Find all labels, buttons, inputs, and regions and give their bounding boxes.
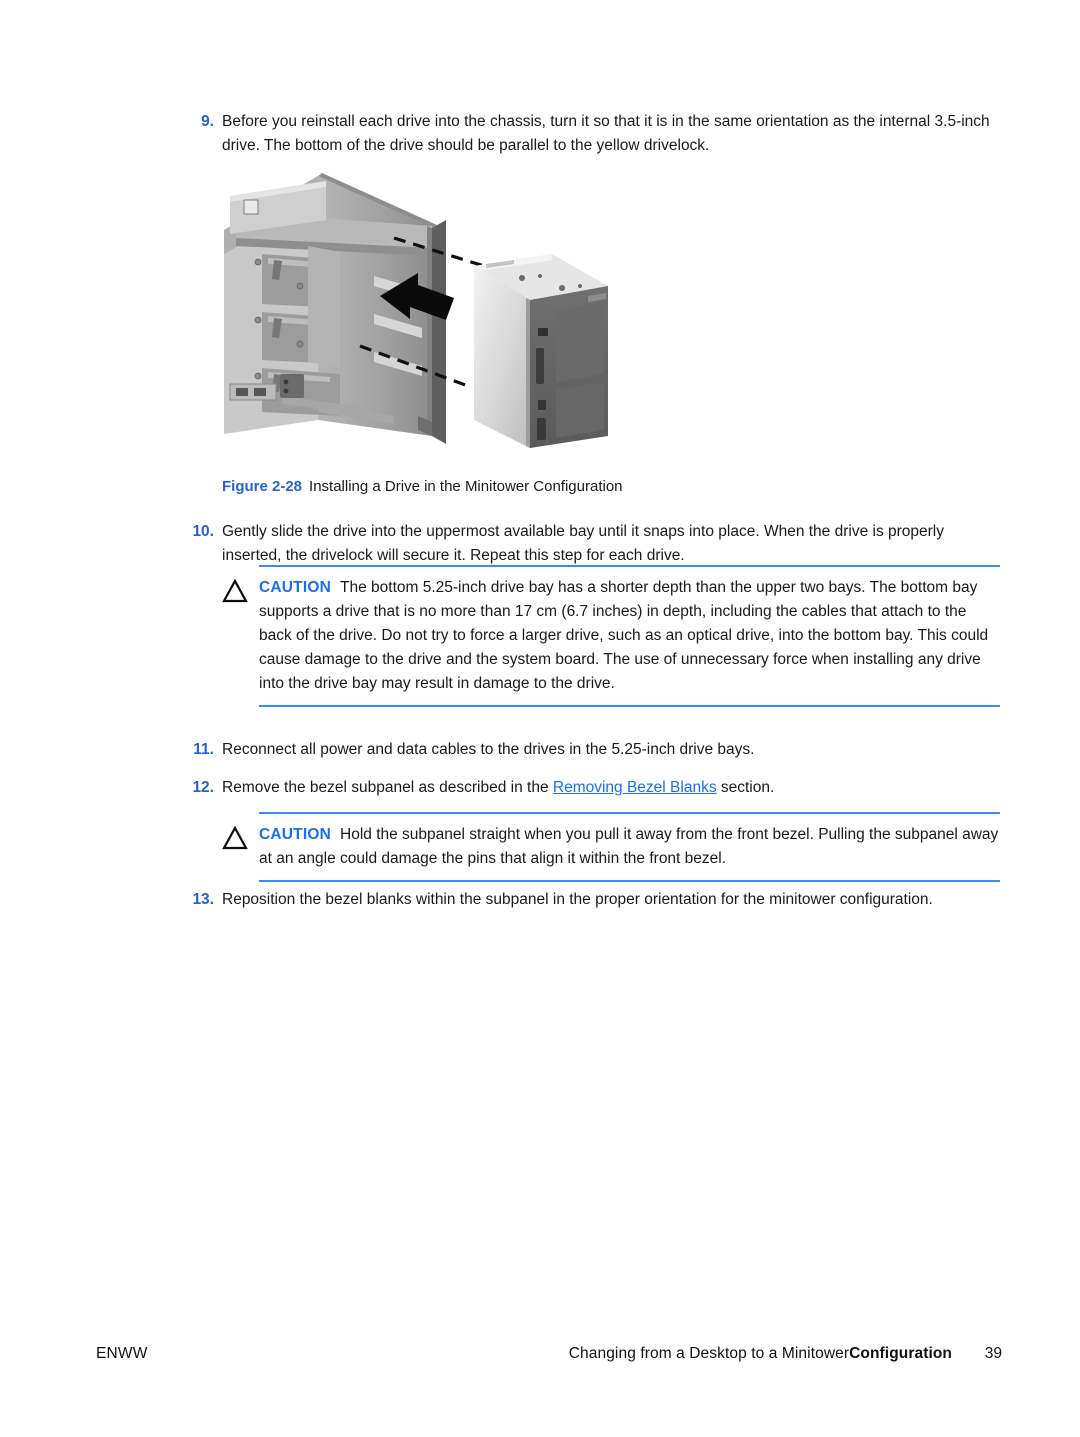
- step-text: Reconnect all power and data cables to t…: [222, 741, 755, 758]
- step-text: Before you reinstall each drive into the…: [222, 113, 990, 154]
- step-number: 9.: [201, 113, 214, 130]
- page-number: 39: [984, 1345, 1002, 1362]
- caution-note-drive-bay-depth: CAUTION The bottom 5.25-inch drive bay ha…: [222, 565, 1000, 707]
- figure-label: Figure 2-28: [222, 478, 303, 495]
- step-number: 10.: [192, 523, 214, 540]
- step-item-11: 11. Reconnect all power and data cables …: [180, 738, 1000, 762]
- figure-installing-drive-minitower: [222, 168, 642, 468]
- figure-caption: Figure 2-28 Installing a Drive in the Min…: [222, 476, 623, 498]
- step-item-10: 10. Gently slide the drive into the uppe…: [180, 520, 1000, 568]
- step-text: Reposition the bezel blanks within the s…: [222, 891, 933, 908]
- step-item-13: 13. Reposition the bezel blanks within t…: [180, 888, 1000, 912]
- footer-title-bold: Configuration: [849, 1345, 952, 1362]
- note-bottom-rule: [259, 880, 1000, 882]
- caution-text-block: CAUTION The bottom 5.25-inch drive bay ha…: [259, 576, 1000, 696]
- step-item-9: 9. Before you reinstall each drive into …: [180, 110, 1000, 158]
- note-bottom-rule: [259, 705, 1000, 707]
- caution-body-text: The bottom 5.25-inch drive bay has a sho…: [259, 579, 989, 692]
- footer-locale-code: ENWW: [96, 1345, 148, 1362]
- caution-body-text: Hold the subpanel straight when you pull…: [259, 826, 999, 867]
- step-text: Remove the bezel subpanel as described i…: [222, 776, 774, 800]
- step-text: Gently slide the drive into the uppermos…: [222, 523, 944, 564]
- caution-triangle-icon: [222, 823, 259, 855]
- footer-title-normal: Changing from a Desktop to a Minitower: [568, 1345, 850, 1362]
- figure-caption-text: Installing a Drive in the Minitower Conf…: [309, 478, 623, 495]
- page-footer: ENWW Changing from a Desktop to a Minito…: [96, 1345, 1002, 1363]
- link-removing-bezel-blanks[interactable]: Removing Bezel Blanks: [553, 779, 717, 796]
- document-page: 9. Before you reinstall each drive into …: [0, 0, 1080, 1437]
- chassis-drive-illustration: [224, 173, 608, 448]
- step-item-12: 12. Remove the bezel subpanel as describ…: [180, 776, 1000, 800]
- step-text-before-link: Remove the bezel subpanel as described i…: [222, 779, 553, 796]
- step-number: 13.: [192, 891, 214, 908]
- step-number: 12.: [192, 779, 214, 796]
- caution-triangle-icon: [222, 576, 259, 608]
- caution-keyword: CAUTION: [259, 826, 332, 843]
- step-text-after-link: section.: [716, 779, 775, 796]
- caution-text-block: CAUTION Hold the subpanel straight when y…: [259, 823, 1000, 871]
- caution-note-subpanel: CAUTION Hold the subpanel straight when y…: [222, 812, 1000, 882]
- caution-keyword: CAUTION: [259, 579, 332, 596]
- footer-section-title: Changing from a Desktop to a MinitowerCo…: [569, 1345, 952, 1363]
- step-number: 11.: [193, 741, 214, 758]
